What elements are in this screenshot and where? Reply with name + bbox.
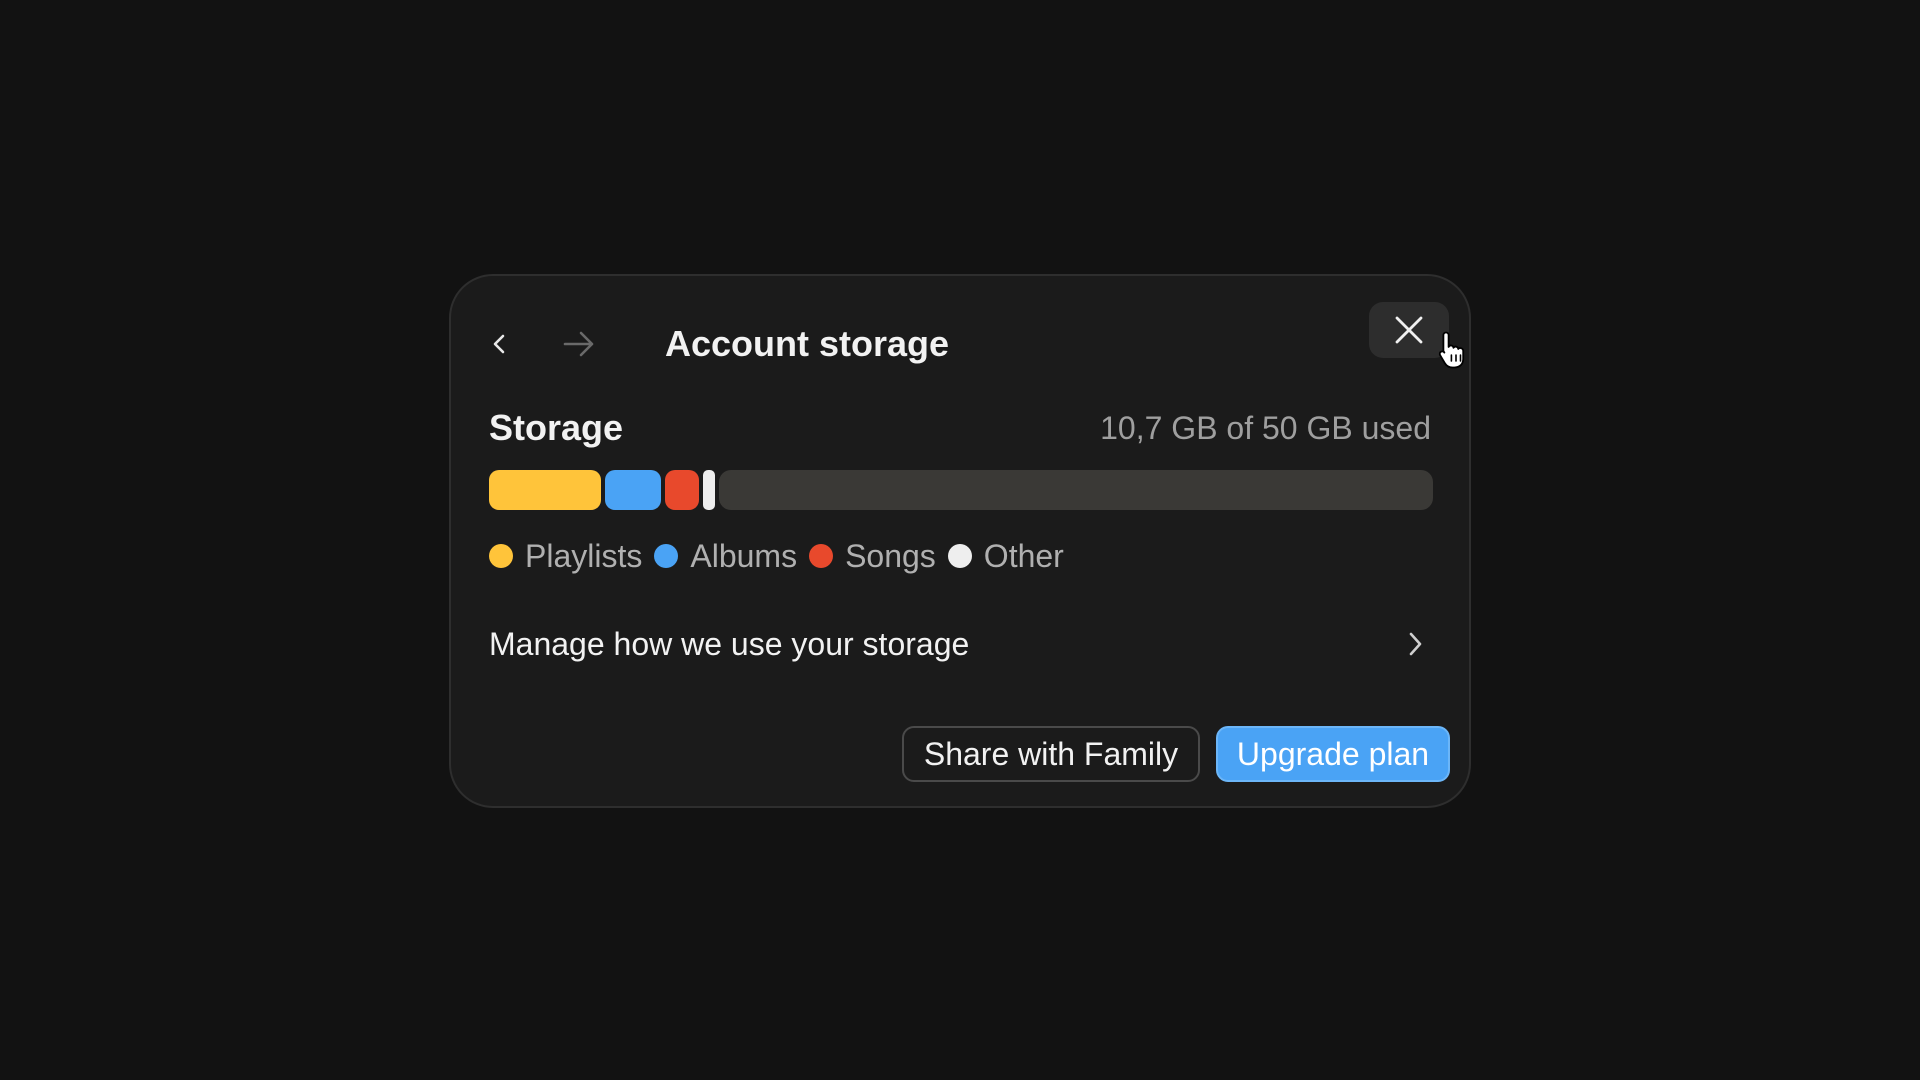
storage-segment-songs xyxy=(665,470,699,510)
forward-button[interactable] xyxy=(551,316,607,372)
manage-storage-label: Manage how we use your storage xyxy=(489,626,970,662)
legend-label-songs: Songs xyxy=(845,537,936,574)
storage-usage-bar xyxy=(489,470,1433,510)
chevron-right-icon xyxy=(1397,626,1433,662)
back-button[interactable] xyxy=(472,316,528,372)
close-button[interactable] xyxy=(1369,302,1449,358)
account-storage-dialog: Account storage Storage 10,7 GB of 50 GB… xyxy=(449,274,1471,808)
upgrade-plan-button[interactable]: Upgrade plan xyxy=(1216,726,1450,782)
arrow-right-icon xyxy=(563,331,594,357)
legend-dot-playlists xyxy=(489,544,513,568)
manage-storage-row[interactable]: Manage how we use your storage xyxy=(489,616,1433,672)
legend-dot-albums xyxy=(654,544,679,568)
legend-item-other: Other xyxy=(947,537,1064,575)
storage-heading: Storage xyxy=(489,407,624,448)
legend-item-playlists: Playlists xyxy=(489,538,642,575)
legend-dot-songs xyxy=(809,544,834,568)
chevron-left-icon xyxy=(493,334,505,354)
dialog-title: Account storage xyxy=(665,323,950,364)
legend-dot-other xyxy=(947,544,972,568)
storage-segment-other xyxy=(703,470,715,510)
storage-legend: Playlists Albums Songs Other xyxy=(489,534,1076,578)
storage-segment-free xyxy=(719,470,1433,510)
storage-segment-albums xyxy=(605,470,661,510)
legend-label-albums: Albums xyxy=(690,537,798,574)
share-with-family-button[interactable]: Share with Family xyxy=(902,726,1200,782)
storage-segment-playlists xyxy=(489,470,601,510)
legend-label-other: Other xyxy=(983,537,1064,574)
legend-item-songs: Songs xyxy=(809,538,936,575)
dialog-header: Account storage xyxy=(451,276,1469,388)
legend-label-playlists: Playlists xyxy=(525,537,643,574)
close-icon xyxy=(1395,316,1423,344)
legend-item-albums: Albums xyxy=(654,538,797,575)
storage-used-text: 10,7 GB of 50 GB used xyxy=(1100,410,1431,446)
